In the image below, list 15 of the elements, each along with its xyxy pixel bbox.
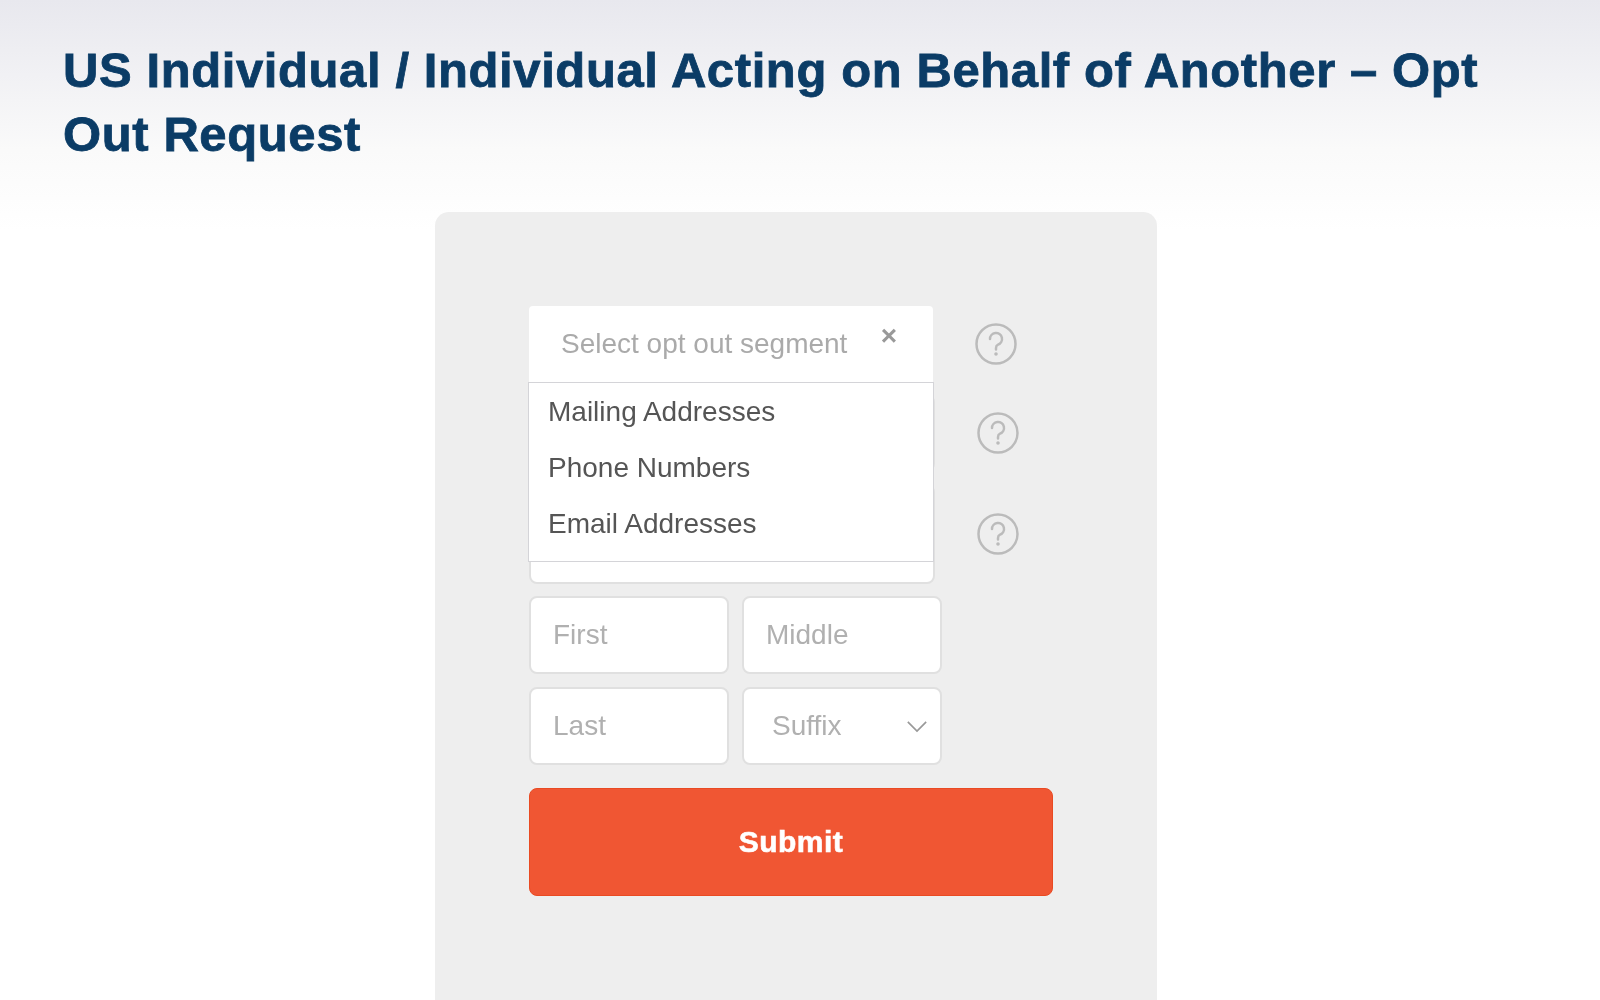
dropdown-option[interactable]: Email Addresses: [529, 499, 933, 555]
segment-select[interactable]: Select opt out segment ×: [529, 306, 933, 382]
dropdown-option[interactable]: Mailing Addresses: [529, 387, 933, 443]
help-icon[interactable]: [976, 411, 1020, 455]
page-title: US Individual / Individual Acting on Behalf of Another – Opt Out Request: [63, 42, 1480, 163]
caret-icon: [906, 719, 928, 733]
suffix-select[interactable]: Suffix: [742, 687, 942, 765]
submit-button[interactable]: Submit: [529, 788, 1053, 896]
input-field[interactable]: Middle: [742, 596, 942, 674]
input-field[interactable]: Last: [529, 687, 729, 765]
clear-button[interactable]: ×: [880, 320, 897, 352]
input-field[interactable]: First: [529, 596, 729, 674]
dropdown-option[interactable]: Phone Numbers: [529, 443, 933, 499]
help-icon[interactable]: [976, 512, 1020, 556]
help-icon[interactable]: [974, 322, 1018, 366]
